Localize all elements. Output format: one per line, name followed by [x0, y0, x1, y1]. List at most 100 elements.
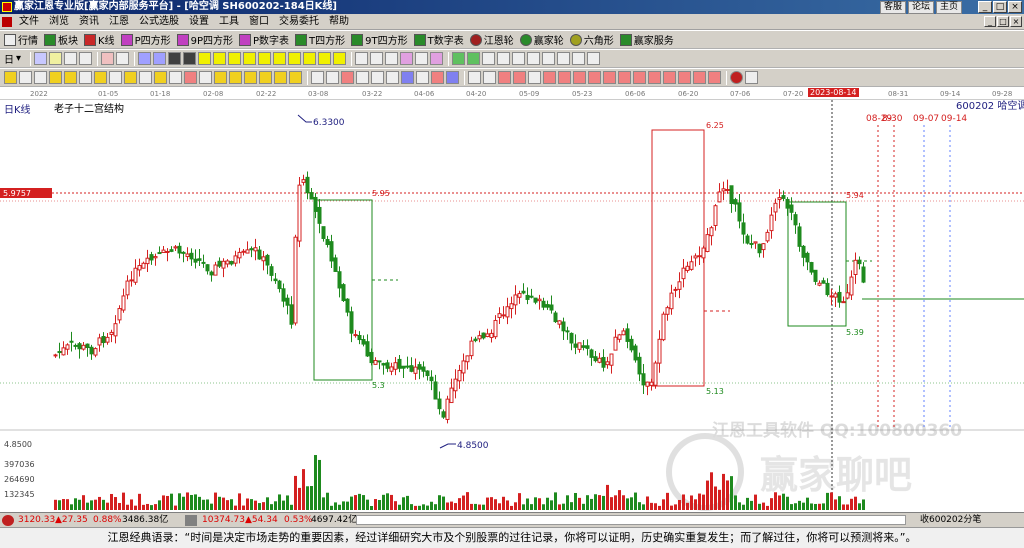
winner-wheel-button[interactable]: 赢家轮 — [519, 32, 564, 47]
shape-tool-icon-1[interactable] — [311, 71, 324, 84]
line-tool-icon-10[interactable] — [139, 71, 152, 84]
forum-link[interactable]: 论坛 — [907, 1, 934, 14]
grid-icon-8[interactable] — [557, 52, 571, 65]
indicator-icon-13[interactable] — [648, 71, 661, 84]
infinity-icon[interactable] — [745, 71, 758, 84]
indicator-icon-6[interactable] — [543, 71, 556, 84]
shape-tool-icon-4[interactable] — [356, 71, 369, 84]
mdi-restore-button[interactable]: □ — [997, 16, 1009, 27]
indicator-icon-10[interactable] — [603, 71, 616, 84]
grid-icon-3[interactable] — [482, 52, 496, 65]
customer-service-link[interactable]: 客服 — [879, 1, 906, 14]
menu-gann[interactable]: 江恩 — [104, 14, 134, 30]
mdi-minimize-button[interactable]: _ — [984, 16, 996, 27]
diamond-icon-7[interactable] — [288, 52, 302, 65]
kline-button[interactable]: K线 — [84, 32, 115, 47]
mdi-close-button[interactable]: × — [1010, 16, 1022, 27]
menu-browse[interactable]: 浏览 — [44, 14, 74, 30]
quotes-button[interactable]: 行情 — [4, 32, 38, 47]
menu-news[interactable]: 资讯 — [74, 14, 104, 30]
cursor-icon[interactable] — [355, 52, 369, 65]
diamond-icon-4[interactable] — [243, 52, 257, 65]
indicator-icon-11[interactable] — [618, 71, 631, 84]
indicator-icon-16[interactable] — [693, 71, 706, 84]
grid-icon-7[interactable] — [542, 52, 556, 65]
grid-icon-2[interactable] — [467, 52, 481, 65]
line-tool-icon-8[interactable] — [109, 71, 122, 84]
close-button[interactable]: × — [1008, 1, 1022, 13]
indicator-icon-14[interactable] — [663, 71, 676, 84]
gann-wheel-button[interactable]: 江恩轮 — [469, 32, 514, 47]
pointer-icon[interactable] — [64, 52, 78, 65]
line-tool-icon-1[interactable] — [4, 71, 17, 84]
t-square-button[interactable]: T四方形 — [295, 32, 345, 47]
first-icon[interactable] — [138, 52, 152, 65]
indicator-icon-15[interactable] — [678, 71, 691, 84]
menu-tools[interactable]: 工具 — [214, 14, 244, 30]
shape-tool-icon-10[interactable] — [446, 71, 459, 84]
menu-help[interactable]: 帮助 — [324, 14, 354, 30]
indicator-icon-3[interactable] — [498, 71, 511, 84]
line-tool-icon-19[interactable] — [274, 71, 287, 84]
menu-trade[interactable]: 交易委托 — [274, 14, 324, 30]
line-tool-icon-4[interactable] — [49, 71, 62, 84]
last-icon[interactable] — [153, 52, 167, 65]
grid-icon-9[interactable] — [572, 52, 586, 65]
line-tool-icon-16[interactable] — [229, 71, 242, 84]
grid-icon-6[interactable] — [527, 52, 541, 65]
line-tool-icon-17[interactable] — [244, 71, 257, 84]
line-tool-icon-9[interactable] — [124, 71, 137, 84]
line-tool-icon-18[interactable] — [259, 71, 272, 84]
line-tool-icon-7[interactable] — [94, 71, 107, 84]
maximize-button[interactable]: □ — [993, 1, 1007, 13]
line-tool-icon-5[interactable] — [64, 71, 77, 84]
line-tool-icon-12[interactable] — [169, 71, 182, 84]
kline-chart-area[interactable]: 江恩工具软件 QQ:100800360 赢家聊吧 日K线 老子十二宫结构 600… — [0, 99, 1024, 512]
line-tool-icon-20[interactable] — [289, 71, 302, 84]
horizontal-scrollbar[interactable] — [356, 515, 906, 525]
shape-tool-icon-2[interactable] — [326, 71, 339, 84]
sector-button[interactable]: 板块 — [44, 32, 78, 47]
period-dropdown[interactable]: 日 ▾ — [4, 51, 21, 66]
shape-tool-icon-5[interactable] — [371, 71, 384, 84]
shape-tool-icon-3[interactable] — [341, 71, 354, 84]
p-square-button[interactable]: P四方形 — [120, 32, 171, 47]
grid-icon-1[interactable] — [452, 52, 466, 65]
shape-tool-icon-7[interactable] — [401, 71, 414, 84]
shape-tool-icon-9[interactable] — [431, 71, 444, 84]
grid-icon-10[interactable] — [587, 52, 601, 65]
line-tool-icon-3[interactable] — [34, 71, 47, 84]
line-tool-icon-6[interactable] — [79, 71, 92, 84]
angle-icon[interactable] — [430, 52, 444, 65]
indicator-icon-17[interactable] — [708, 71, 721, 84]
zoom-icon[interactable] — [101, 52, 115, 65]
menu-window[interactable]: 窗口 — [244, 14, 274, 30]
9p-square-button[interactable]: 9P四方形 — [176, 32, 233, 47]
arrow-icon[interactable] — [79, 52, 93, 65]
line-tool-icon-2[interactable] — [19, 71, 32, 84]
9t-square-button[interactable]: 9T四方形 — [351, 32, 408, 47]
diamond-icon-1[interactable] — [198, 52, 212, 65]
list-icon[interactable] — [34, 52, 48, 65]
crosshair-icon[interactable] — [370, 52, 384, 65]
diamond-icon-6[interactable] — [273, 52, 287, 65]
p-number-table-button[interactable]: P数字表 — [239, 32, 289, 47]
indicator-icon-8[interactable] — [573, 71, 586, 84]
grid-icon-4[interactable] — [497, 52, 511, 65]
next-icon[interactable] — [183, 52, 197, 65]
diamond-icon-10[interactable] — [333, 52, 347, 65]
hand-icon[interactable] — [385, 52, 399, 65]
line-tool-icon-14[interactable] — [199, 71, 212, 84]
shape-tool-icon-8[interactable] — [416, 71, 429, 84]
fib-icon[interactable] — [415, 52, 429, 65]
hexagon-button[interactable]: 六角形 — [569, 32, 614, 47]
diamond-icon-3[interactable] — [228, 52, 242, 65]
menu-settings[interactable]: 设置 — [184, 14, 214, 30]
homepage-link[interactable]: 主页 — [935, 1, 962, 14]
line-tool-icon-13[interactable] — [184, 71, 197, 84]
t-number-table-button[interactable]: T数字表 — [413, 32, 464, 47]
prev-icon[interactable] — [168, 52, 182, 65]
grid-icon-5[interactable] — [512, 52, 526, 65]
diamond-icon-5[interactable] — [258, 52, 272, 65]
menu-file[interactable]: 文件 — [14, 14, 44, 30]
